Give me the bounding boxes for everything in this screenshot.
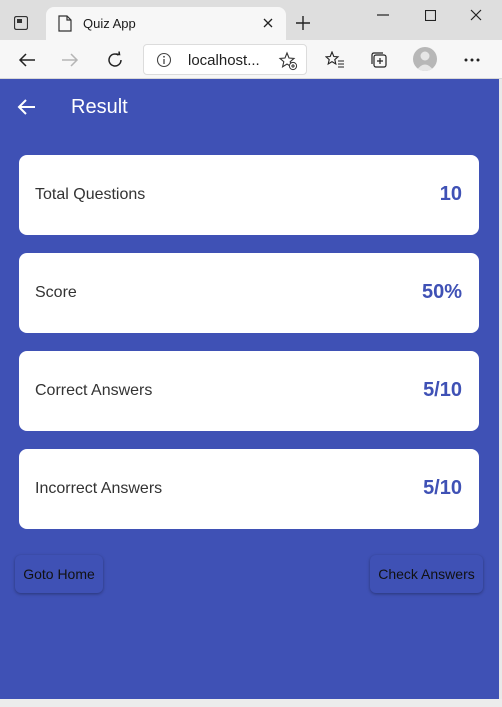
browser-tab-bar: Quiz App <box>0 0 502 40</box>
back-arrow-icon[interactable] <box>15 48 39 72</box>
incorrect-answers-value: 5/10 <box>423 477 462 499</box>
total-questions-card: Total Questions 10 <box>19 155 479 235</box>
score-value: 50% <box>421 281 462 303</box>
add-favorite-icon[interactable] <box>278 51 298 71</box>
goto-home-button[interactable]: Goto Home <box>15 555 103 593</box>
minimize-icon[interactable] <box>368 4 398 26</box>
more-icon[interactable] <box>460 48 484 72</box>
address-bar[interactable]: localhost... <box>143 44 307 75</box>
browser-tab[interactable]: Quiz App <box>46 7 286 40</box>
correct-answers-card: Correct Answers 5/10 <box>19 351 479 431</box>
forward-arrow-icon[interactable] <box>58 48 82 72</box>
score-label: Score <box>35 284 77 301</box>
maximize-icon[interactable] <box>415 4 445 26</box>
close-window-icon[interactable] <box>461 4 491 26</box>
total-questions-value: 10 <box>439 183 462 205</box>
close-icon[interactable] <box>260 15 276 31</box>
incorrect-answers-label: Incorrect Answers <box>35 480 163 497</box>
tab-title: Quiz App <box>83 16 136 31</box>
address-text: localhost... <box>188 52 260 69</box>
plus-icon[interactable] <box>293 13 313 33</box>
page-title: Result <box>71 96 128 118</box>
refresh-icon[interactable] <box>103 48 127 72</box>
favorites-icon[interactable] <box>323 48 347 72</box>
info-icon[interactable] <box>156 52 172 68</box>
page-icon <box>58 15 72 32</box>
check-answers-button[interactable]: Check Answers <box>370 555 483 593</box>
back-arrow-icon[interactable] <box>16 96 38 118</box>
window-menu-icon[interactable] <box>10 12 32 34</box>
window-bottom-edge <box>0 699 502 707</box>
correct-answers-value: 5/10 <box>423 379 462 401</box>
correct-answers-label: Correct Answers <box>35 382 153 399</box>
score-card: Score 50% <box>19 253 479 333</box>
profile-icon[interactable] <box>413 47 437 71</box>
collections-icon[interactable] <box>367 48 391 72</box>
result-screen: Result Total Questions 10 Score 50% Corr… <box>0 79 499 699</box>
total-questions-label: Total Questions <box>35 186 146 203</box>
incorrect-answers-card: Incorrect Answers 5/10 <box>19 449 479 529</box>
